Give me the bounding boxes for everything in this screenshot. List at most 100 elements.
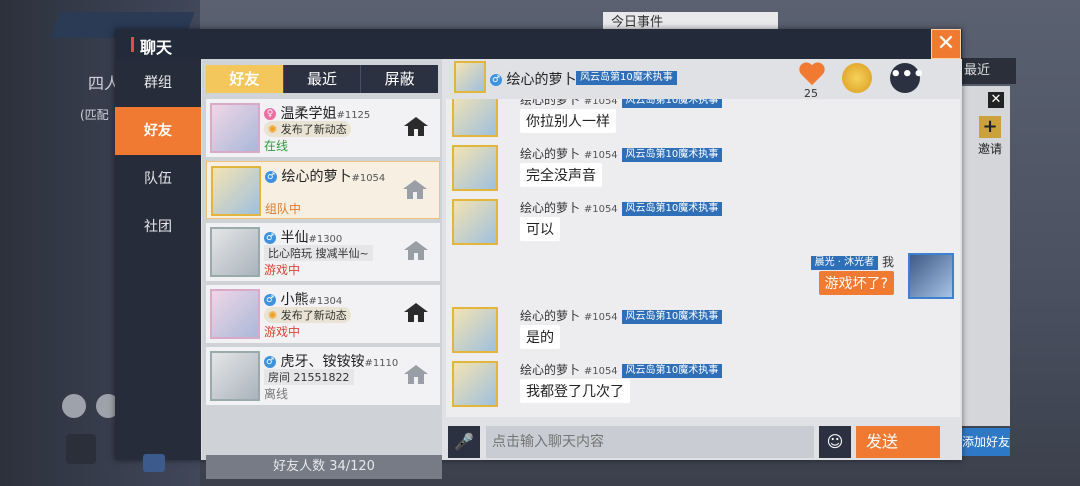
friend-count: 好友人数 34/120 (206, 455, 442, 479)
friend-name-line: ♂ 半仙#1300 (264, 227, 342, 247)
nav-item-friends[interactable]: 好友 (115, 107, 201, 155)
background-recent-tab: 最近 (960, 58, 1016, 84)
nav-item-groups[interactable]: 群组 (115, 59, 201, 107)
title-accent (131, 37, 134, 52)
avatar[interactable] (452, 307, 498, 353)
avatar (210, 103, 260, 153)
friend-uid: #1300 (308, 234, 343, 245)
friend-status: 游戏中 (264, 325, 301, 339)
gender-male-icon: ♂ (264, 232, 276, 244)
avatar[interactable] (452, 99, 498, 137)
title-badge: 风云岛第10魔术执事 (621, 309, 723, 324)
friend-status: 离线 (264, 387, 289, 401)
gender-female-icon: ♀ (264, 108, 276, 120)
sender-name: 绘心的萝卜 (520, 99, 581, 107)
message-bubble: 是的 (520, 325, 560, 349)
title-badge: 风云岛第10魔术执事 (621, 201, 723, 216)
tab-friends[interactable]: 好友 (206, 65, 283, 93)
avatar[interactable] (452, 199, 498, 245)
chat-message: 绘心的萝卜 #1054 风云岛第10魔术执事 是的 (450, 307, 950, 357)
nav-item-team[interactable]: 队伍 (115, 155, 201, 203)
friend-status: 组队中 (265, 202, 302, 216)
friend-uid: #1304 (308, 296, 343, 307)
dialog-titlebar: 聊天 ✕ (115, 29, 962, 59)
tab-blocked[interactable]: 屏蔽 (360, 65, 438, 93)
home-icon[interactable] (404, 365, 428, 385)
chat-dialog: 聊天 ✕ 群组 好友 队伍 社团 好友 最近 屏蔽 ♀ 温柔学姐#1125 ✺ … (115, 29, 962, 479)
invite-label: 邀请 (977, 142, 1002, 156)
friend-status: 在线 (264, 139, 289, 153)
friend-row[interactable]: ♂ 绘心的萝卜#1054 组队中 (206, 161, 440, 219)
friend-name-line: ♂ 绘心的萝卜#1054 (265, 166, 385, 186)
message-bubble: 游戏坏了? (818, 271, 894, 295)
title-badge: 风云岛第10魔术执事 (621, 147, 723, 162)
nav-item-club[interactable]: 社团 (115, 203, 201, 251)
home-icon[interactable] (404, 241, 428, 261)
avatar (211, 166, 261, 216)
friend-uid: #1110 (364, 358, 399, 369)
friend-tabs: 好友 最近 屏蔽 (206, 65, 438, 93)
message-bubble: 完全没声音 (520, 163, 602, 187)
message-meta: 绘心的萝卜 #1054 风云岛第10魔术执事 (520, 361, 723, 378)
send-button[interactable]: 发送 (856, 426, 940, 458)
title-badge: 晨光 · 沐光者 (810, 255, 879, 270)
title-badge: 风云岛第10魔术执事 (621, 99, 723, 108)
avatar[interactable] (454, 61, 486, 93)
friend-row[interactable]: ♂ 虎牙、铵铵铵#1110 房间 21551822 离线 (206, 347, 440, 405)
friend-name: 半仙 (280, 230, 309, 246)
sender-name: 绘心的萝卜 (520, 201, 581, 215)
sender-uid: #1054 (583, 150, 618, 161)
gender-male-icon: ♂ (490, 74, 502, 86)
sender-uid: #1054 (583, 99, 618, 107)
chat-peer-name-line: ♂ 绘心的萝卜 (490, 69, 576, 89)
chat-message: 绘心的萝卜 #1054 风云岛第10魔术执事 可以 (450, 199, 950, 249)
gender-male-icon: ♂ (264, 294, 276, 306)
chat-peer-name: 绘心的萝卜 (506, 72, 577, 88)
friend-list[interactable]: ♀ 温柔学姐#1125 ✺ 发布了新动态 在线 ♂ 绘心的萝卜#1054 组队中… (206, 99, 442, 452)
sender-name: 我 (881, 255, 894, 269)
sender-name: 绘心的萝卜 (520, 363, 581, 377)
chat-input[interactable] (486, 426, 814, 458)
chat-column: ♂ 绘心的萝卜 风云岛第10魔术执事 25 ••• 绘心的萝卜 #1054 风云… (446, 59, 960, 460)
voice-chat-icon[interactable] (143, 454, 165, 472)
message-meta: 晨光 · 沐光者 我 (810, 253, 894, 270)
friend-row[interactable]: ♂ 半仙#1300 比心陪玩 搜减半仙~ 游戏中 (206, 223, 440, 281)
microphone-icon[interactable]: 🎤 (448, 426, 480, 458)
avatar[interactable] (908, 253, 954, 299)
message-meta: 绘心的萝卜 #1054 风云岛第10魔术执事 (520, 145, 723, 162)
friend-activity-text: 发布了新动态 (280, 123, 347, 136)
friend-uid: #1054 (351, 173, 386, 184)
friend-signature: 比心陪玩 搜减半仙~ (264, 245, 373, 261)
sender-uid: #1054 (583, 312, 618, 323)
message-meta: 绘心的萝卜 #1054 风云岛第10魔术执事 (520, 99, 723, 108)
more-options-icon[interactable]: ••• (890, 63, 925, 93)
emoji-icon[interactable]: ☺ (819, 426, 851, 458)
friend-activity: ✺ 发布了新动态 (264, 307, 351, 323)
sender-name: 绘心的萝卜 (520, 309, 581, 323)
chat-message: 绘心的萝卜 #1054 风云岛第10魔术执事 我都登了几次了 (450, 361, 950, 411)
friend-name: 温柔学姐 (280, 106, 337, 122)
tab-recent[interactable]: 最近 (282, 65, 361, 93)
plus-icon: + (979, 116, 1001, 138)
friend-row[interactable]: ♀ 温柔学姐#1125 ✺ 发布了新动态 在线 (206, 99, 440, 157)
speaker-icon (62, 394, 86, 418)
chat-messages[interactable]: 绘心的萝卜 #1054 风云岛第10魔术执事 你拉别人一样 绘心的萝卜 #105… (446, 99, 960, 417)
friend-name: 小熊 (280, 292, 309, 308)
star-icon: ✺ (268, 309, 278, 322)
friend-name-line: ♂ 虎牙、铵铵铵#1110 (264, 351, 398, 371)
friend-row[interactable]: ♂ 小熊#1304 ✺ 发布了新动态 游戏中 (206, 285, 440, 343)
avatar[interactable] (452, 361, 498, 407)
message-bubble: 你拉别人一样 (520, 109, 616, 133)
home-icon[interactable] (404, 303, 428, 323)
avatar[interactable] (452, 145, 498, 191)
close-button[interactable]: ✕ (931, 29, 961, 59)
side-nav: 群组 好友 队伍 社团 (115, 59, 201, 472)
friend-column: 好友 最近 屏蔽 ♀ 温柔学姐#1125 ✺ 发布了新动态 在线 ♂ 绘心的萝卜… (202, 59, 442, 479)
gift-icon[interactable] (842, 63, 872, 93)
home-icon[interactable] (404, 117, 428, 137)
avatar (210, 351, 260, 401)
friend-name-line: ♀ 温柔学姐#1125 (264, 103, 370, 123)
background-close-icon: ✕ (988, 92, 1004, 108)
background-invite: + 邀请 (970, 116, 1010, 160)
home-icon[interactable] (403, 180, 427, 200)
